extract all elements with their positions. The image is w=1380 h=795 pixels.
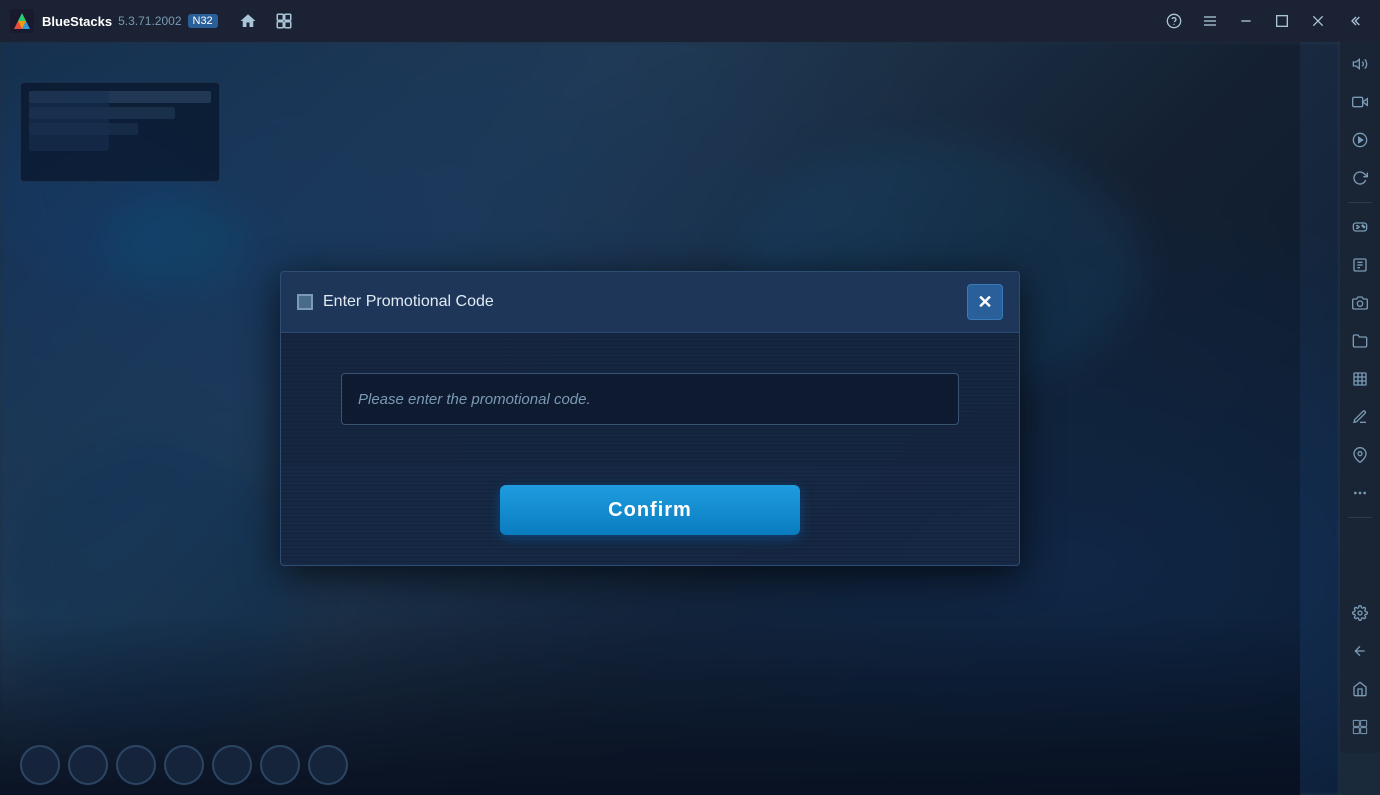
screenshot-sidebar-button[interactable] <box>1342 285 1378 321</box>
dialog-header: Enter Promotional Code ✕ <box>281 272 1019 333</box>
app-logo <box>10 9 34 33</box>
help-button[interactable] <box>1158 5 1190 37</box>
screen-record-sidebar-button[interactable] <box>1342 84 1378 120</box>
app-version: 5.3.71.2002 <box>118 14 181 28</box>
back-arrow-button[interactable] <box>1338 5 1370 37</box>
volume-sidebar-button[interactable] <box>1342 46 1378 82</box>
location-sidebar-button[interactable] <box>1342 437 1378 473</box>
multi-instance-nav-button[interactable] <box>270 7 298 35</box>
more-sidebar-button[interactable] <box>1342 475 1378 511</box>
settings-sidebar-button[interactable] <box>1342 595 1378 631</box>
dialog-title: Enter Promotional Code <box>323 293 494 311</box>
promo-code-dialog: Enter Promotional Code ✕ Confirm <box>280 271 1020 566</box>
titlebar: BlueStacks 5.3.71.2002 N32 <box>0 0 1380 42</box>
dialog-footer: Confirm <box>281 465 1019 565</box>
gamepad-sidebar-button[interactable] <box>1342 209 1378 245</box>
window-controls <box>1158 5 1370 37</box>
dialog-body <box>281 333 1019 465</box>
back-sidebar-button[interactable] <box>1342 633 1378 669</box>
sidebar-separator-1 <box>1348 202 1372 203</box>
app-badge: N32 <box>188 14 218 28</box>
folder-sidebar-button[interactable] <box>1342 323 1378 359</box>
dialog-title-area: Enter Promotional Code <box>297 293 494 311</box>
confirm-button[interactable]: Confirm <box>500 485 800 535</box>
menu-button[interactable] <box>1194 5 1226 37</box>
edit-sidebar-button[interactable] <box>1342 399 1378 435</box>
promo-code-input[interactable] <box>341 373 959 425</box>
home-nav-button[interactable] <box>234 7 262 35</box>
macro-sidebar-button[interactable] <box>1342 247 1378 283</box>
resize-sidebar-button[interactable] <box>1342 361 1378 397</box>
minimize-button[interactable] <box>1230 5 1262 37</box>
dialog-title-icon <box>297 294 313 310</box>
game-viewport: Enter Promotional Code ✕ Confirm <box>0 42 1340 795</box>
titlebar-nav <box>234 7 298 35</box>
home-sidebar-button[interactable] <box>1342 671 1378 707</box>
multi-instance-sidebar-button[interactable] <box>1342 709 1378 745</box>
sidebar-separator-2 <box>1348 517 1372 518</box>
maximize-button[interactable] <box>1266 5 1298 37</box>
dialog-overlay: Enter Promotional Code ✕ Confirm <box>0 42 1300 795</box>
sidebar-bottom-section <box>1342 595 1378 745</box>
dialog-close-icon: ✕ <box>977 292 992 313</box>
app-name: BlueStacks <box>42 14 112 29</box>
dialog-close-button[interactable]: ✕ <box>967 284 1003 320</box>
rotate-sidebar-button[interactable] <box>1342 160 1378 196</box>
right-sidebar <box>1340 0 1380 753</box>
close-button[interactable] <box>1302 5 1334 37</box>
main-container: Enter Promotional Code ✕ Confirm <box>0 42 1380 795</box>
play-sidebar-button[interactable] <box>1342 122 1378 158</box>
